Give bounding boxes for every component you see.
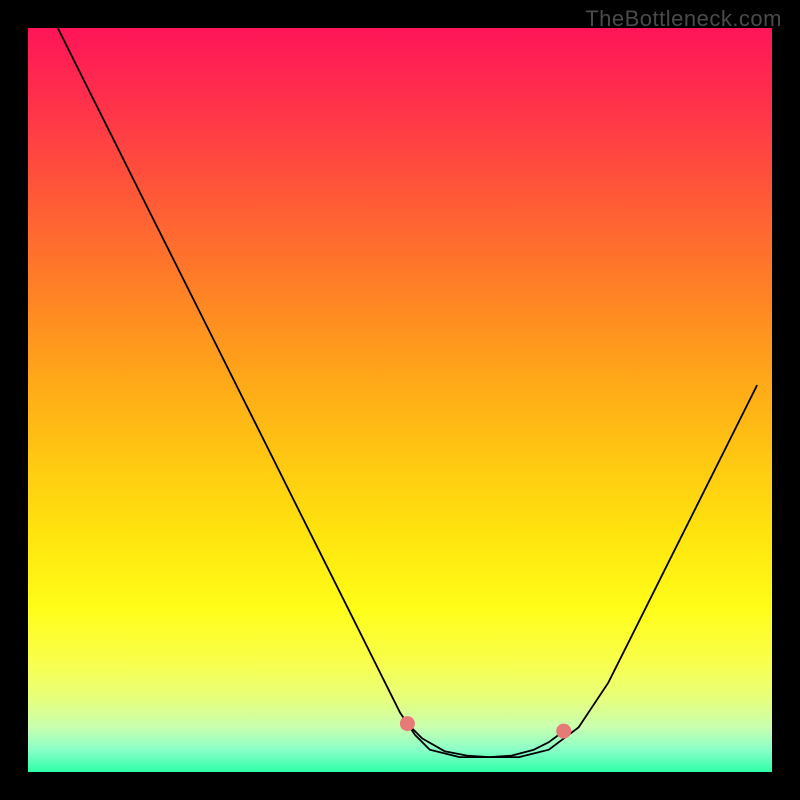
watermark-text: TheBottleneck.com: [585, 6, 782, 32]
bottleneck-curve: [58, 28, 757, 757]
plot-area: [28, 28, 772, 772]
curve-svg: [28, 28, 772, 772]
chart-container: TheBottleneck.com: [0, 0, 800, 800]
